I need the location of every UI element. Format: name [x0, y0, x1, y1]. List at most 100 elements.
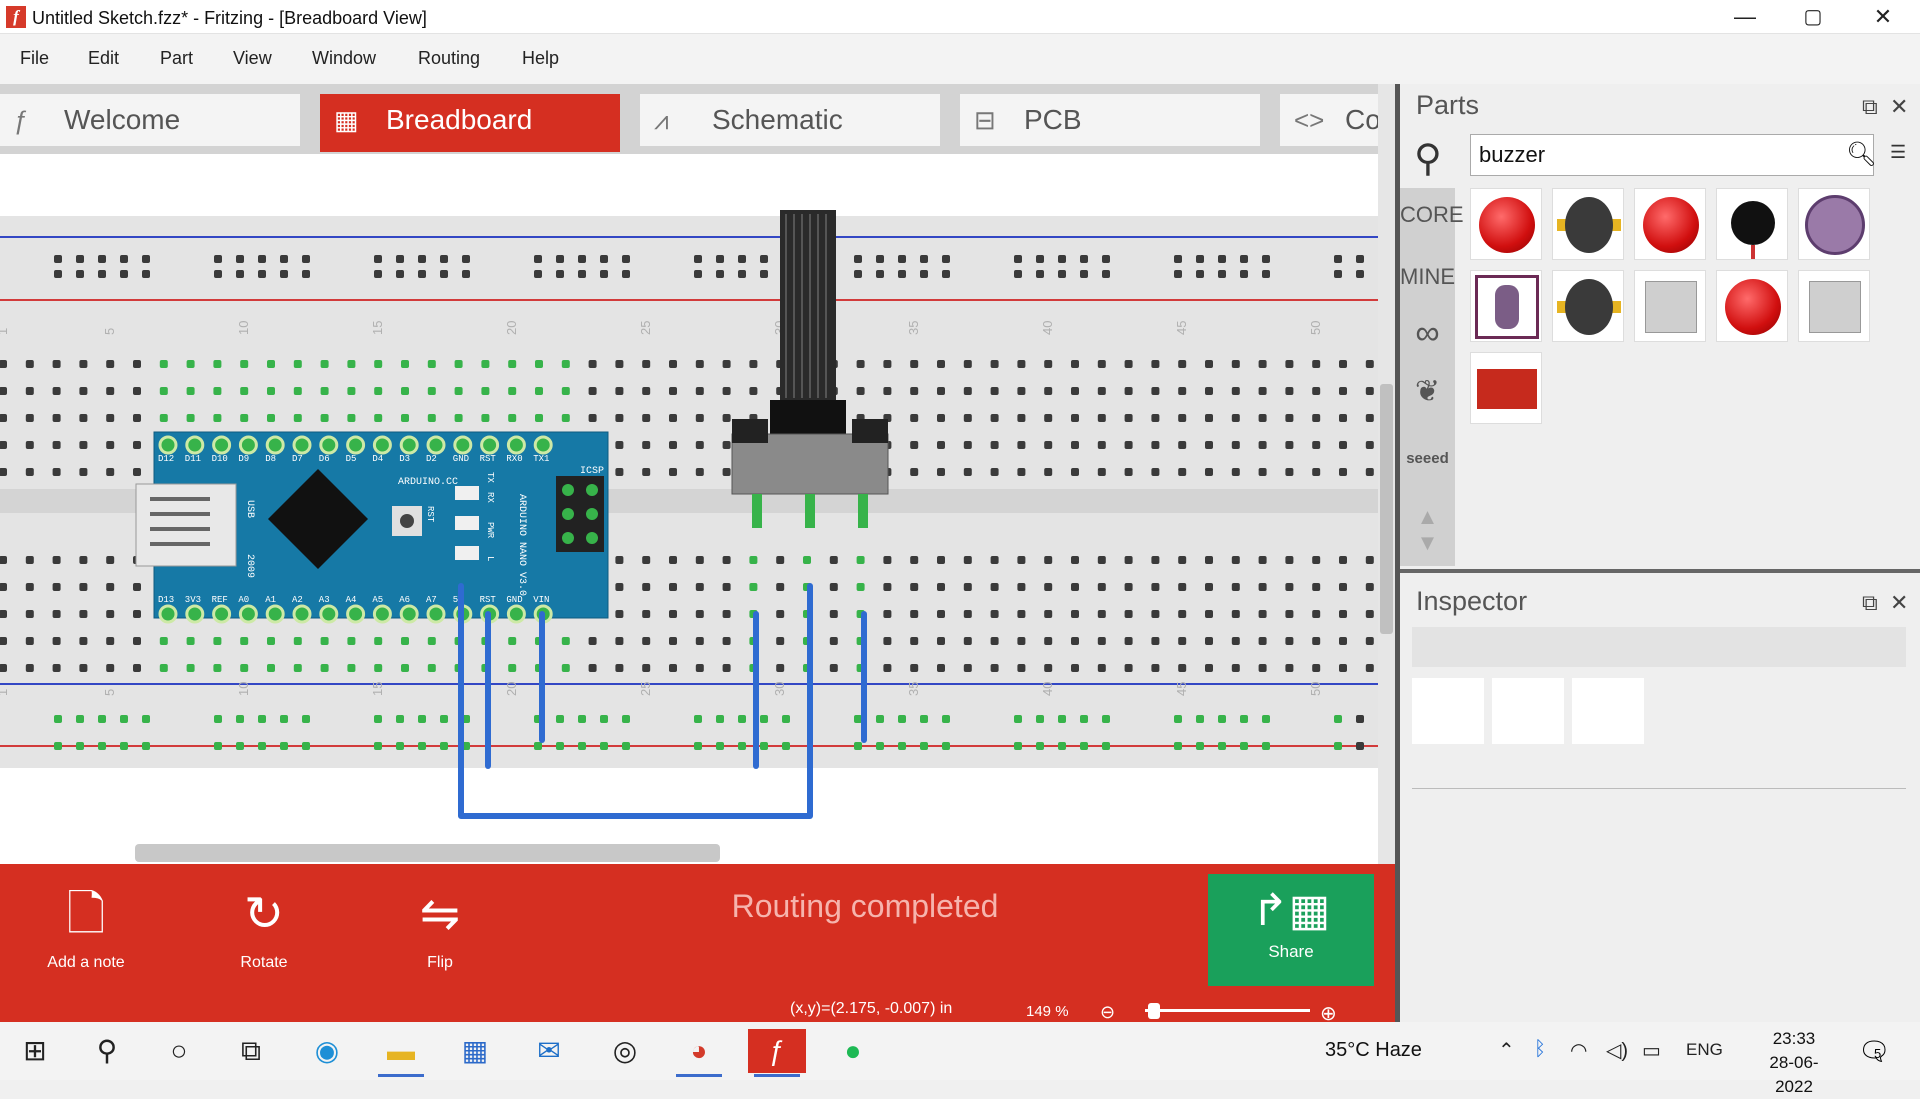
breadboard-hole-connected[interactable] — [347, 414, 356, 422]
breadboard-hole[interactable] — [910, 441, 919, 449]
breadboard-hole-connected[interactable] — [54, 742, 62, 750]
breadboard-hole[interactable] — [937, 664, 945, 672]
breadboard-hole[interactable] — [942, 270, 950, 278]
breadboard-hole-connected[interactable] — [454, 414, 463, 422]
breadboard-hole[interactable] — [1097, 360, 1106, 368]
breadboard-hole[interactable] — [615, 360, 624, 368]
nano-pin[interactable] — [399, 604, 419, 624]
breadboard-hole[interactable] — [990, 637, 999, 645]
breadboard-hole[interactable] — [1097, 583, 1106, 591]
breadboard-hole-connected[interactable] — [508, 664, 517, 672]
breadboard-hole[interactable] — [133, 610, 141, 618]
nano-pin[interactable] — [265, 435, 285, 455]
breadboard-hole[interactable] — [1285, 387, 1294, 395]
breadboard-hole[interactable] — [695, 387, 704, 395]
breadboard-hole[interactable] — [963, 414, 972, 422]
seeed-bin-icon[interactable]: seeed — [1400, 450, 1455, 467]
breadboard-hole[interactable] — [776, 610, 785, 618]
menu-part[interactable]: Part — [160, 48, 193, 69]
edge-icon[interactable]: ◉ — [298, 1029, 356, 1073]
breadboard-hole-connected[interactable] — [508, 387, 517, 395]
breadboard-hole[interactable] — [142, 255, 150, 263]
breadboard-hole[interactable] — [1339, 610, 1347, 618]
breadboard-hole[interactable] — [963, 664, 972, 672]
breadboard-hole[interactable] — [0, 414, 7, 422]
breadboard-hole[interactable] — [1174, 270, 1182, 278]
breadboard-hole[interactable] — [106, 441, 115, 449]
breadboard-hole[interactable] — [1312, 556, 1321, 564]
breadboard-hole[interactable] — [1071, 610, 1079, 618]
breadboard-hole[interactable] — [1124, 637, 1133, 645]
breadboard-hole-connected[interactable] — [782, 715, 790, 723]
breadboard-hole-connected[interactable] — [396, 742, 404, 750]
breadboard-hole[interactable] — [1258, 468, 1267, 476]
breadboard-hole[interactable] — [374, 270, 382, 278]
breadboard-hole[interactable] — [1365, 637, 1374, 645]
breadboard-hole[interactable] — [133, 583, 141, 591]
breadboard-hole[interactable] — [669, 468, 677, 476]
breadboard-hole-connected[interactable] — [440, 715, 448, 723]
breadboard-hole[interactable] — [1205, 610, 1213, 618]
breadboard-hole[interactable] — [1124, 583, 1133, 591]
breadboard-hole[interactable] — [722, 387, 731, 395]
breadboard-hole[interactable] — [642, 468, 651, 476]
breadboard-hole[interactable] — [0, 468, 7, 476]
breadboard-hole[interactable] — [0, 360, 7, 368]
part-result-red-button[interactable] — [1470, 188, 1542, 260]
breadboard-hole[interactable] — [1231, 583, 1240, 591]
breadboard-hole[interactable] — [106, 556, 115, 564]
breadboard-hole[interactable] — [106, 610, 115, 618]
breadboard-hole[interactable] — [963, 556, 972, 564]
breadboard-hole-connected[interactable] — [760, 715, 768, 723]
breadboard-hole[interactable] — [79, 583, 88, 591]
breadboard-hole-connected[interactable] — [1174, 742, 1182, 750]
breadboard-hole[interactable] — [1258, 556, 1267, 564]
zoom-out-icon[interactable]: ⊖ — [1100, 1002, 1115, 1023]
breadboard-hole[interactable] — [1312, 387, 1321, 395]
breadboard-hole-connected[interactable] — [142, 742, 150, 750]
nano-pin[interactable] — [533, 435, 553, 455]
breadboard-hole[interactable] — [52, 664, 61, 672]
wifi-icon[interactable]: ◠ — [1570, 1038, 1587, 1063]
breadboard-hole[interactable] — [642, 387, 651, 395]
microsoft-store-icon[interactable]: ▦ — [446, 1029, 504, 1073]
breadboard-hole[interactable] — [883, 637, 892, 645]
breadboard-hole[interactable] — [1124, 387, 1133, 395]
breadboard-hole[interactable] — [79, 387, 88, 395]
breadboard-hole[interactable] — [722, 414, 731, 422]
task-view-icon[interactable]: ⧉ — [222, 1029, 280, 1073]
breadboard-hole-connected[interactable] — [186, 664, 195, 672]
breadboard-hole-connected[interactable] — [716, 742, 724, 750]
breadboard-hole[interactable] — [695, 468, 704, 476]
breadboard-hole[interactable] — [1285, 637, 1294, 645]
breadboard-hole[interactable] — [1262, 255, 1270, 263]
breadboard-hole-connected[interactable] — [508, 414, 517, 422]
breadboard-hole[interactable] — [910, 556, 919, 564]
breadboard-hole-connected[interactable] — [320, 360, 329, 368]
breadboard-hole[interactable] — [776, 637, 785, 645]
breadboard-hole[interactable] — [910, 360, 919, 368]
breadboard-hole-connected[interactable] — [942, 742, 950, 750]
breadboard-hole-connected[interactable] — [856, 556, 865, 564]
breadboard-hole[interactable] — [280, 255, 288, 263]
breadboard-hole[interactable] — [1017, 468, 1026, 476]
part-result-buzzer-yellow[interactable] — [1552, 270, 1624, 342]
breadboard-hole-connected[interactable] — [401, 360, 409, 368]
breadboard-hole[interactable] — [963, 441, 972, 449]
breadboard-hole[interactable] — [1258, 441, 1267, 449]
breadboard-hole[interactable] — [722, 583, 731, 591]
breadboard-drawing[interactable]: 1510152025303540455015101520253035404550… — [0, 154, 1380, 864]
nano-pin[interactable] — [238, 604, 258, 624]
breadboard-hole[interactable] — [990, 556, 999, 564]
breadboard-hole[interactable] — [1017, 360, 1026, 368]
breadboard-hole[interactable] — [1151, 414, 1160, 422]
panel-divider[interactable] — [1400, 569, 1920, 573]
breadboard-canvas[interactable]: 1510152025303540455015101520253035404550… — [0, 154, 1380, 864]
breadboard-hole[interactable] — [1124, 610, 1133, 618]
breadboard-hole-connected[interactable] — [749, 556, 758, 564]
breadboard-hole[interactable] — [738, 270, 746, 278]
breadboard-hole-connected[interactable] — [186, 637, 195, 645]
breadboard-hole[interactable] — [25, 414, 34, 422]
breadboard-hole[interactable] — [937, 610, 945, 618]
breadboard-hole[interactable] — [1071, 583, 1079, 591]
